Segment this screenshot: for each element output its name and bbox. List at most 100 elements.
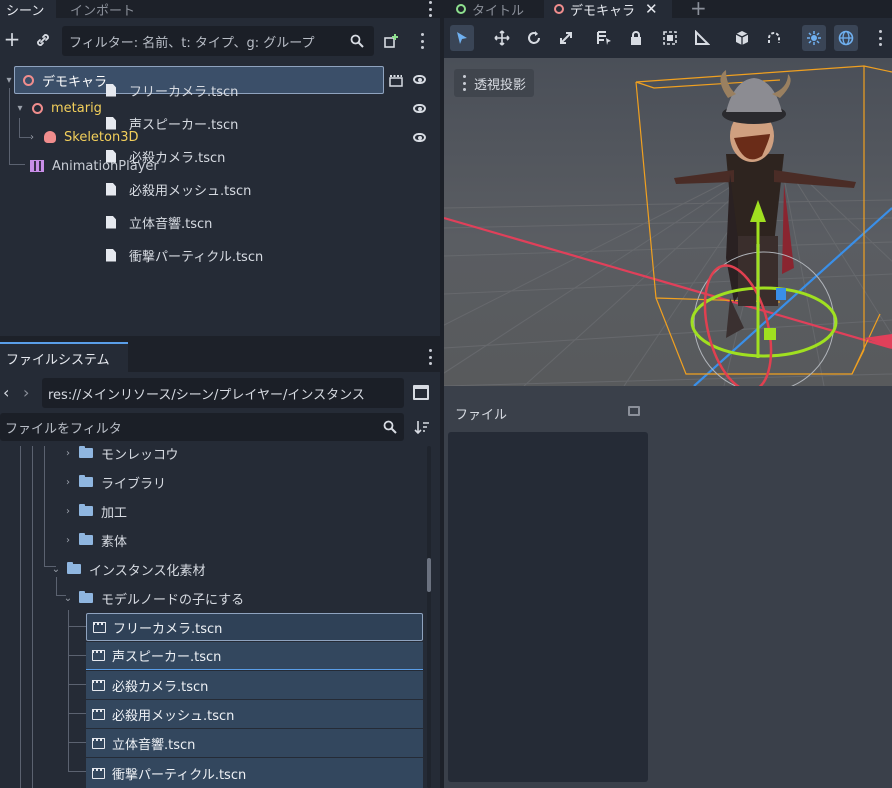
close-icon[interactable]: ✕ (645, 0, 658, 18)
file-icon (106, 149, 116, 163)
chevron-right-icon[interactable]: › (62, 506, 74, 517)
scene-file-icon (92, 767, 105, 779)
3d-viewport[interactable]: 透視投影 (444, 58, 892, 386)
scene-options-icon[interactable] (420, 33, 424, 49)
chevron-right-icon[interactable]: › (26, 132, 38, 143)
instantiate-scene-icon[interactable] (382, 32, 400, 50)
scene-menu-icon[interactable] (428, 1, 432, 17)
tab-filesystem[interactable]: ファイルシステム (0, 342, 128, 372)
folder-label: 加工 (101, 505, 128, 521)
tree-label-root: デモキャラ (42, 74, 108, 90)
node3d-icon (456, 4, 466, 14)
chevron-right-icon[interactable]: › (62, 535, 74, 546)
folder-label: 素体 (101, 534, 128, 550)
environment-preview-icon[interactable] (834, 25, 858, 51)
file-icon (106, 116, 116, 130)
file-row[interactable]: 立体音響.tscn (86, 729, 423, 757)
lock-icon[interactable] (624, 25, 648, 51)
file-list-area[interactable] (448, 432, 648, 782)
tree-row-root[interactable]: ▾ デモキャラ (3, 70, 107, 90)
tab-import[interactable]: インポート (64, 0, 144, 19)
folder-row[interactable]: › 素体 (62, 530, 127, 550)
filesystem-menu-icon[interactable] (428, 349, 432, 365)
sun-preview-icon[interactable] (802, 25, 826, 51)
file-icon (106, 182, 116, 196)
path-field[interactable]: res://メインリソース/シーン/プレイヤー/インスタンス (42, 378, 404, 408)
chevron-right-icon[interactable]: › (62, 448, 74, 459)
skeleton-icon (44, 131, 56, 143)
add-node-icon[interactable]: + (3, 27, 21, 51)
scene-file-icon (92, 737, 105, 749)
move-tool-icon[interactable] (490, 25, 514, 51)
file-filter-placeholder: ファイルをフィルタ (5, 421, 122, 437)
folder-row[interactable]: › 加工 (62, 501, 127, 521)
copy-icon[interactable] (628, 406, 640, 416)
chevron-down-icon[interactable]: ⌄ (50, 564, 62, 575)
link-icon[interactable] (34, 31, 52, 49)
file-row[interactable]: 必殺用メッシュ.tscn (86, 700, 423, 728)
file-row-selected[interactable]: フリーカメラ.tscn (86, 613, 423, 641)
select-tool-icon[interactable] (450, 25, 474, 51)
scene-file-icon (93, 621, 106, 633)
folder-row[interactable]: ⌄ インスタンス化素材 (50, 559, 205, 579)
scene-inheritance-icon[interactable] (388, 72, 404, 88)
animation-icon (30, 160, 44, 172)
chevron-down-icon[interactable]: ▾ (3, 75, 15, 86)
add-tab-icon[interactable]: + (690, 0, 707, 20)
local-space-icon[interactable] (730, 25, 754, 51)
file-label: 立体音響.tscn (112, 737, 196, 753)
scene-panel: + フィルター: 名前、t: タイプ、g: グループ ▾ デモキャラ ▾ met… (0, 18, 440, 336)
snap-icon[interactable] (762, 25, 786, 51)
chevron-right-icon[interactable]: › (62, 477, 74, 488)
bottom-panel: ファイル (444, 386, 892, 788)
scene-tabbar: シーン インポート (0, 0, 440, 19)
sort-icon[interactable] (414, 419, 430, 435)
scrollbar-thumb[interactable] (427, 558, 431, 592)
forward-icon[interactable]: › (23, 383, 29, 402)
tab-label: デモキャラ (570, 3, 636, 19)
file-label: 必殺カメラ.tscn (112, 679, 209, 695)
split-view-icon[interactable] (413, 385, 429, 400)
tab-scene[interactable]: シーン (0, 0, 56, 19)
back-icon[interactable]: ‹ (3, 383, 9, 402)
tree-label-metarig: metarig (51, 100, 102, 116)
folder-row[interactable]: › モンレッコウ (62, 443, 178, 463)
menu-dots-icon (462, 75, 466, 91)
viewport-toolbar (444, 18, 892, 58)
perspective-menu[interactable]: 透視投影 (454, 69, 535, 97)
chevron-down-icon[interactable]: ▾ (14, 103, 26, 114)
file-icon (106, 215, 116, 229)
visibility-eye-icon[interactable] (413, 133, 426, 142)
tab-label: タイトル (472, 3, 525, 19)
file-row[interactable]: 衝撃パーティクル.tscn (86, 758, 423, 788)
tab-demo-scene[interactable]: デモキャラ ✕ (544, 0, 672, 19)
list-select-icon[interactable] (592, 25, 616, 51)
chevron-down-icon[interactable]: ⌄ (62, 593, 74, 604)
folder-row[interactable]: › ライブラリ (62, 472, 166, 492)
node3d-icon (554, 4, 564, 14)
tree-row-metarig[interactable]: ▾ metarig (14, 98, 102, 118)
ruler-icon[interactable] (690, 25, 714, 51)
file-icon (106, 83, 116, 97)
search-icon (382, 419, 398, 435)
drag-item: フリーカメラ.tscn (106, 80, 238, 100)
file-row[interactable]: 必殺カメラ.tscn (86, 671, 423, 699)
tab-title-scene[interactable]: タイトル (456, 0, 546, 19)
visibility-eye-icon[interactable] (413, 104, 426, 113)
file-row[interactable]: 声スピーカー.tscn (86, 642, 423, 670)
drag-item: 立体音響.tscn (106, 212, 212, 232)
scrollbar[interactable] (427, 446, 431, 788)
file-filter-input[interactable]: ファイルをフィルタ (0, 413, 404, 441)
file-label: フリーカメラ.tscn (113, 621, 223, 637)
viewport-options-icon[interactable] (878, 30, 882, 46)
drag-item: 必殺用メッシュ.tscn (106, 179, 251, 199)
folder-icon (79, 533, 93, 545)
file-icon (106, 248, 116, 262)
group-icon[interactable] (658, 25, 682, 51)
scene-filter-input[interactable]: フィルター: 名前、t: タイプ、g: グループ (62, 26, 374, 56)
folder-row[interactable]: ⌄ モデルノードの子にする (62, 588, 244, 608)
rotate-tool-icon[interactable] (522, 25, 546, 51)
visibility-eye-icon[interactable] (413, 75, 426, 84)
scale-tool-icon[interactable] (554, 25, 578, 51)
folder-icon (79, 591, 93, 603)
